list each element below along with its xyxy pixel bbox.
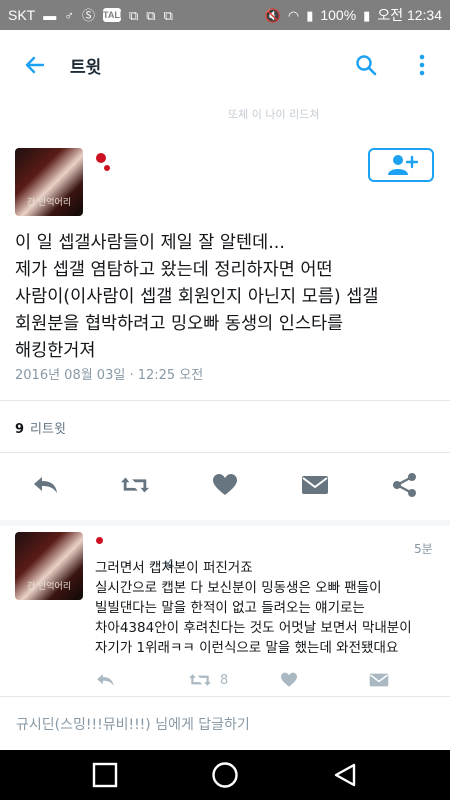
strip-text: 또체 이 나이 리드쳐: [228, 108, 320, 121]
reply-icon: [34, 477, 57, 493]
status-bar: SKT ▬ ♂ Ⓢ TALK ⧉ ⧉ ⧉ 🔇 ◠ ▮ 100% ▮ 오전 12:…: [0, 0, 450, 30]
reply-time: 5분: [414, 542, 433, 556]
heart-icon: [213, 474, 237, 495]
tweet-actions: [0, 462, 450, 508]
retweet-icon: [189, 674, 211, 686]
like-button[interactable]: [210, 470, 240, 500]
reply-reply-button[interactable]: [95, 672, 115, 688]
app-icon-1: ⧉: [129, 7, 139, 23]
follow-user-icon: [388, 155, 418, 175]
status-time: 오전 12:34: [377, 7, 442, 23]
reply-compose-field[interactable]: 규시딘(스밍!!!뮤비!!!) 님에게 답글하기: [0, 696, 450, 749]
reply-icon: [97, 674, 114, 686]
compose-placeholder: 규시딘(스밍!!!뮤비!!!) 님에게 답글하기: [16, 717, 250, 733]
message-button[interactable]: [300, 470, 330, 500]
tweet-text: 이 일 셉갤사람들이 제일 잘 알텐데... 제가 셉갤 염탐하고 왔는데 정리…: [15, 233, 379, 361]
search-button[interactable]: [338, 30, 394, 100]
carrier-label: SKT: [8, 7, 36, 23]
app-s-icon: Ⓢ: [81, 7, 95, 23]
reply-avatar-caption: 간 안억어리: [26, 582, 72, 592]
share-icon: [393, 473, 416, 497]
reply-button[interactable]: [30, 470, 60, 500]
talk-icon: TALK: [103, 8, 127, 22]
heart-icon: [281, 672, 297, 687]
reply-avatar[interactable]: 간 안억어리: [15, 532, 83, 600]
battery-percent: 100%: [320, 7, 357, 23]
tweet-timestamp: 2016년 08월 03일 · 12:25 오전: [15, 368, 204, 383]
app-icon-3: ⧉: [163, 7, 173, 23]
more-button[interactable]: [394, 30, 450, 100]
retweet-icon: [120, 477, 150, 493]
search-icon: [356, 55, 377, 76]
reply-username-blot: [96, 537, 103, 544]
divider: [0, 400, 450, 401]
retweet-button[interactable]: [120, 470, 150, 500]
wifi-icon: ◠: [287, 7, 300, 23]
recents-square-icon: [92, 762, 118, 788]
back-button[interactable]: [0, 30, 70, 100]
app-bar: 트윗: [0, 30, 450, 100]
signal-icon: ▮: [306, 7, 314, 23]
home-circle-icon: [212, 762, 238, 788]
handle-blot: [104, 165, 110, 171]
retweet-stats[interactable]: 9 리트윗: [15, 418, 66, 437]
reply-text: 그러면서 캡쳐본이 퍼진거죠 실시간으로 캡본 다 보신분이 밍동생은 오빠 팬…: [95, 560, 412, 656]
reply-retweet-count: 8: [220, 672, 229, 688]
retweet-label: 리트윗: [30, 422, 66, 437]
share-button[interactable]: [390, 470, 420, 500]
reply-message-button[interactable]: [369, 672, 389, 688]
envelope-icon: [369, 673, 389, 687]
recents-button[interactable]: [90, 760, 120, 790]
back-nav-button[interactable]: [330, 760, 360, 790]
home-button[interactable]: [210, 760, 240, 790]
arrow-left-icon: [25, 56, 45, 74]
reply-actions: 8: [90, 672, 390, 694]
reply-retweet-button[interactable]: 8: [188, 672, 228, 688]
retweet-count: 9: [15, 422, 25, 437]
previous-tweet-strip: 또체 이 나이 리드쳐: [0, 100, 450, 121]
chat-icon: ▬: [43, 7, 57, 23]
page-title: 트윗: [70, 57, 102, 78]
divider: [0, 452, 450, 453]
back-triangle-icon: [334, 763, 356, 787]
more-vertical-icon: [419, 54, 425, 76]
app-icon-2: ⧉: [146, 7, 156, 23]
username-blot: [96, 153, 106, 163]
follow-button[interactable]: [368, 148, 434, 182]
system-nav-bar: [0, 750, 450, 800]
gender-icon: ♂: [64, 7, 74, 23]
mute-icon: 🔇: [264, 7, 281, 23]
reply-like-button[interactable]: [280, 672, 298, 688]
avatar-caption: 간 안억어리: [26, 198, 72, 208]
battery-icon: ▮: [363, 7, 371, 23]
envelope-icon: [302, 476, 328, 494]
avatar[interactable]: 간 안억어리: [15, 148, 83, 216]
